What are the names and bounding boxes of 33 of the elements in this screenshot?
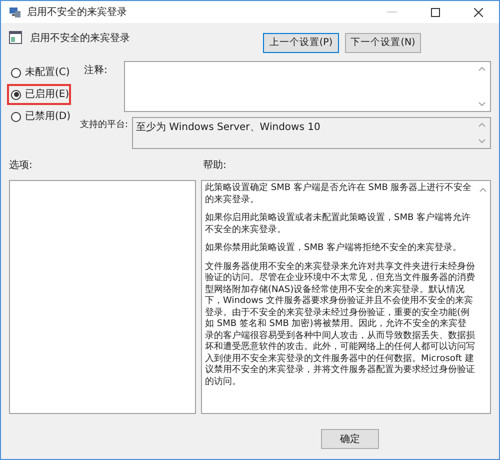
window-title: 启用不安全的来宾登录 [27,6,128,20]
radio-label: 未配置(C) [25,66,70,80]
radio-option[interactable]: 未配置(C) [9,64,69,81]
comment-label: 注释: [83,64,108,78]
maximize-icon[interactable] [431,8,440,16]
nav-button[interactable]: 上一个设置(P) [263,33,339,53]
radio-option[interactable]: 已禁用(D) [9,108,69,125]
policy-title: 启用不安全的来宾登录 [30,32,130,46]
scroll-down-icon[interactable] [478,102,486,107]
help-paragraph: 如果你启用此策略设置或者未配置此策略设置，SMB 客户端将允许不安全的来宾登录。 [205,213,472,236]
radio-option[interactable]: 已启用(E) [9,86,69,103]
close-icon[interactable] [474,8,483,16]
policy-icon [9,31,22,44]
scroll-up-icon[interactable] [478,66,486,71]
radio-button[interactable] [11,90,21,100]
radio-button[interactable] [11,68,21,78]
options-label: 选项: [9,158,34,173]
scroll-up-icon[interactable] [479,187,487,192]
platform-value: 至少为 Windows Server、Windows 10 [136,120,320,135]
scroll-up-icon[interactable] [478,122,486,127]
help-paragraph: 如果你禁用此策略设置，SMB 客户端将拒绝不安全的来宾登录。 [205,243,463,254]
scroll-down-icon[interactable] [478,139,486,144]
help-label: 帮助: [202,158,228,173]
help-paragraph: 文件服务器使用不安全的来宾登录来允许对共享文件夹进行未经身份验证的访问。尽管在企业环境中不太常见，但充当文件服务器的消费型网络附加存储(NAS)设备经常使用不安全的来宾登录。默认情况下，Windows 文件服务器要求身份验证并且不会使用不安全的来宾登录。由于不安全的来宾登录未经过身份验证，重要的安全功能(例如 SMB 签名和 SMB 加密)将被禁用。因此，允许不安全的来宾登录的客户端很容易受到各种中间人攻击，从而导致数据丢失、数据损坏和遭受恶意软件的攻击。此外，可能网络上的任何人都可以访问写入到使用不安全来宾登录的文件服务器中的任何数据。Microsoft 建议禁用不安全的来宾登录，并将文件服务器配置为要求经过身份验证的访问。 [205,262,475,388]
radio-label: 已禁用(D) [25,110,71,124]
ok-button[interactable]: 确定 [321,429,379,449]
radio-label: 已启用(E) [25,88,70,102]
platform-label: 支持的平台: [79,118,130,132]
radio-button[interactable] [11,112,21,122]
help-paragraph: 此策略设置确定 SMB 客户端是否允许在 SMB 服务器上进行不安全的来宾登录。 [205,183,473,206]
comment-field[interactable] [124,61,491,112]
nav-button[interactable]: 下一个设置(N) [345,33,421,53]
computer-icon [9,6,21,18]
